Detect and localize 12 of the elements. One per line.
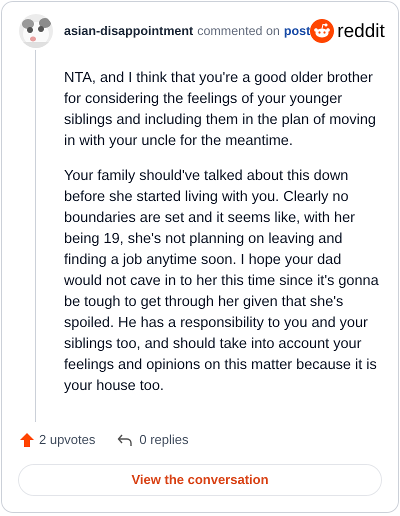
brand-name: reddit — [337, 22, 385, 40]
reply-count: 0 replies — [139, 431, 189, 449]
comment-paragraph: NTA, and I think that you're a good older brother for considering the feelings of your younger siblings and including them in the plan of moving in with your uncle for the meantime. — [64, 69, 377, 151]
upvote-icon[interactable] — [19, 432, 35, 448]
comment-paragraph: Your family should've talked about this down before she started living with you. Clearly no boundaries are set and it seems like, with her being 19, she's not planning on leaving and finding a job anytime soon. I hope your dad would not cave in to her this time since it's gonna be tough to get through her given that she's spoiled. He has a responsibility to you and your siblings too, and should take into account your feelings and opinions on this matter because it is your house too. — [64, 167, 380, 396]
action-text: commented on — [197, 22, 280, 40]
view-conversation-button[interactable]: View the conversation — [18, 464, 382, 496]
author-name[interactable]: asian-disappointment — [64, 22, 194, 40]
upvote-count: 2 upvotes — [39, 431, 96, 449]
reply-icon[interactable] — [117, 432, 134, 447]
post-link[interactable]: post — [284, 22, 310, 40]
reddit-logo-icon — [310, 19, 334, 43]
